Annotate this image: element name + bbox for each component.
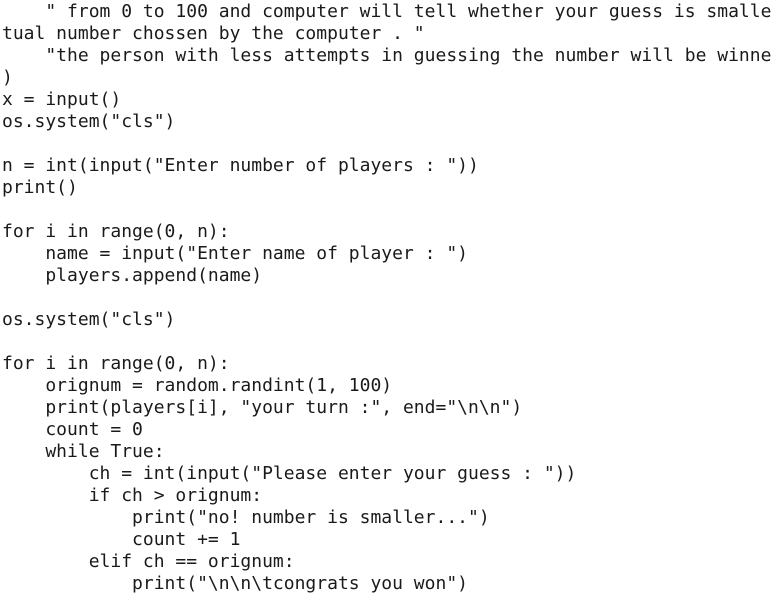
- code-line-27: print("\n\n\tcongrats you won"): [2, 573, 468, 594]
- code-line-4: ): [2, 67, 13, 88]
- code-line-11: for i in range(0, n):: [2, 221, 230, 242]
- code-line-3: "the person with less attempts in guessi…: [2, 45, 772, 66]
- code-line-9: print(): [2, 177, 78, 198]
- code-line-2: tual number chossen by the computer . ": [2, 23, 425, 44]
- code-line-17: for i in range(0, n):: [2, 353, 230, 374]
- code-line-6: os.system("cls"): [2, 111, 176, 132]
- code-line-15: os.system("cls"): [2, 309, 176, 330]
- code-line-25: count += 1: [2, 529, 241, 550]
- code-line-8: n = int(input("Enter number of players :…: [2, 155, 479, 176]
- code-line-22: ch = int(input("Please enter your guess …: [2, 463, 577, 484]
- code-line-20: count = 0: [2, 419, 143, 440]
- code-view[interactable]: " from 0 to 100 and computer will tell w…: [2, 1, 771, 595]
- code-line-26: elif ch == orignum:: [2, 551, 295, 572]
- code-line-12: name = input("Enter name of player : "): [2, 243, 468, 264]
- code-line-23: if ch > orignum:: [2, 485, 263, 506]
- code-line-21: while True:: [2, 441, 165, 462]
- code-line-18: orignum = random.randint(1, 100): [2, 375, 393, 396]
- code-line-19: print(players[i], "your turn :", end="\n…: [2, 397, 523, 418]
- code-line-13: players.append(name): [2, 265, 263, 286]
- code-line-5: x = input(): [2, 89, 122, 110]
- code-line-24: print("no! number is smaller..."): [2, 507, 490, 528]
- code-line-1: " from 0 to 100 and computer will tell w…: [2, 1, 772, 22]
